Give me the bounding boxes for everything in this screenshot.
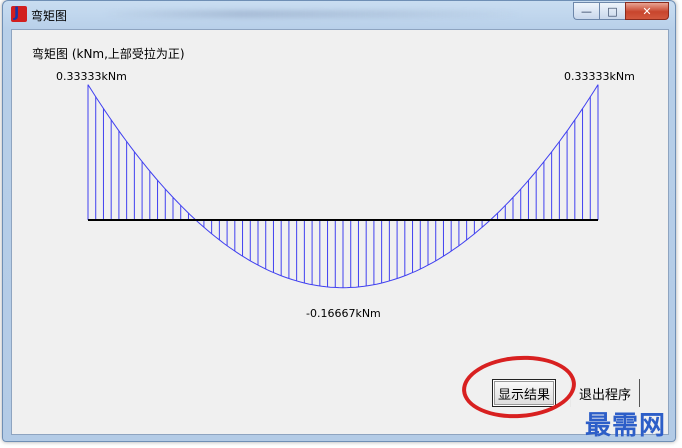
left-end-moment-label: 0.33333kNm <box>56 70 127 83</box>
app-icon: J <box>11 5 27 22</box>
client-area: 弯矩图 (kNm,上部受拉为正) 0.33333kNm 0.33333kNm -… <box>11 29 669 435</box>
right-end-moment-label: 0.33333kNm <box>564 70 635 83</box>
close-icon: ✕ <box>642 4 652 18</box>
title-bar[interactable]: J 弯矩图 — □ ✕ <box>3 1 675 27</box>
window-title: 弯矩图 <box>31 9 68 23</box>
exit-program-button[interactable]: 退出程序 <box>570 379 640 407</box>
app-window: J 弯矩图 — □ ✕ 弯矩图 (kNm,上部受拉为正) 0.33333kNm … <box>2 0 676 442</box>
maximize-icon: □ <box>607 4 618 18</box>
minimize-button[interactable]: — <box>573 2 599 20</box>
blurred-title-text <box>103 10 523 18</box>
minimize-icon: — <box>581 4 592 18</box>
close-button[interactable]: ✕ <box>625 2 669 20</box>
maximize-button[interactable]: □ <box>599 2 625 20</box>
window-controls: — □ ✕ <box>573 2 669 20</box>
diagram-hatching <box>87 84 599 288</box>
min-moment-label: -0.16667kNm <box>306 307 381 320</box>
watermark-logo: 最需网 <box>584 411 666 441</box>
